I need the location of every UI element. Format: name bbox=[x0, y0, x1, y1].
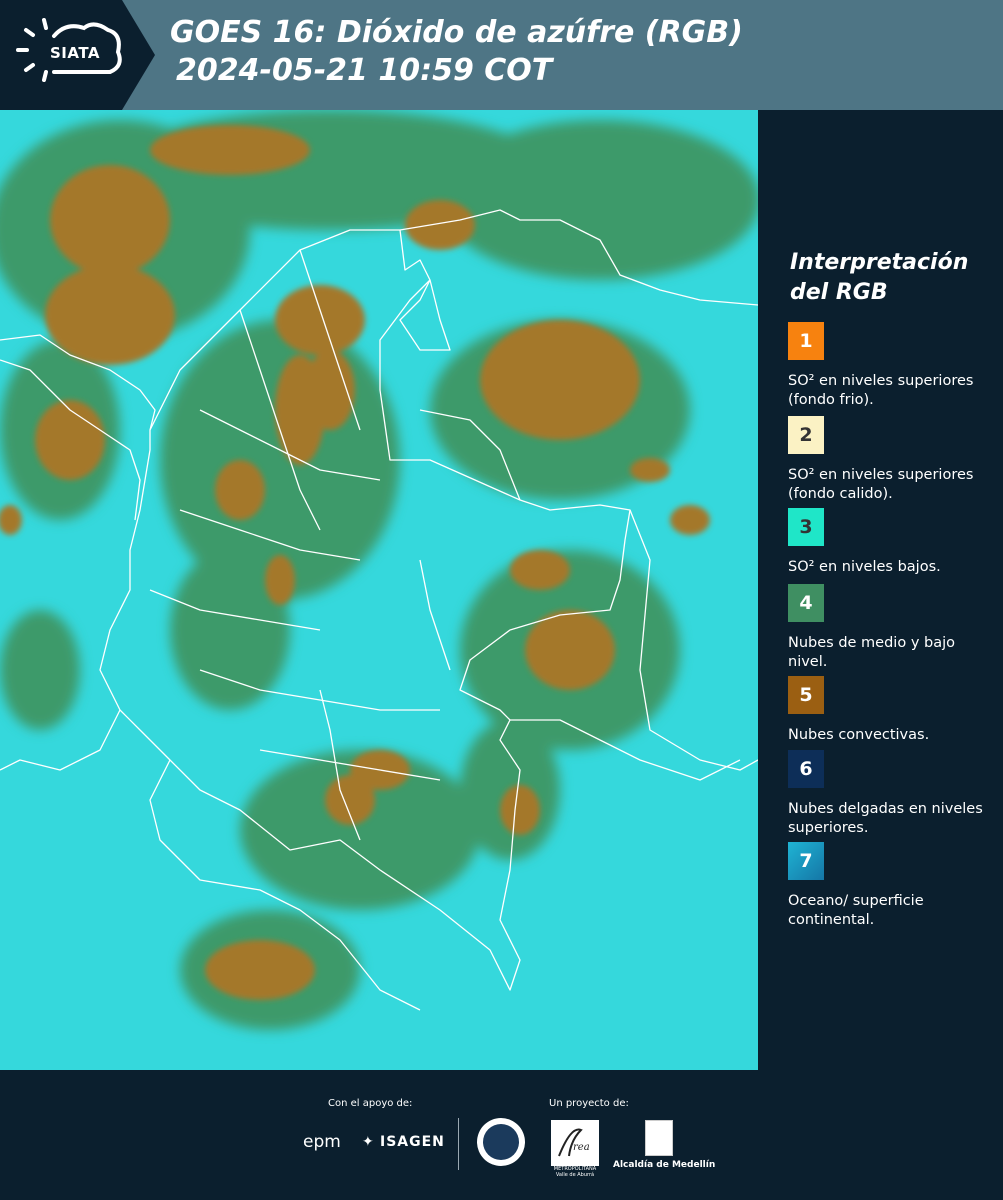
legend-label: SO² en niveles bajos. bbox=[788, 559, 941, 575]
footer-divider bbox=[458, 1118, 459, 1170]
legend-item-7: 7 Oceano/ superficie continental. bbox=[788, 842, 998, 930]
project-label: Un proyecto de: bbox=[549, 1098, 629, 1109]
legend-swatch: 2 bbox=[788, 416, 824, 454]
alcaldia-shield-icon[interactable] bbox=[645, 1120, 673, 1156]
footer: Con el apoyo de: Un proyecto de: epm ✦ I… bbox=[0, 1070, 1003, 1200]
isagen-logo[interactable]: ISAGEN bbox=[380, 1134, 445, 1150]
support-label: Con el apoyo de: bbox=[328, 1098, 413, 1109]
legend-title-line-2: del RGB bbox=[790, 280, 888, 305]
satellite-map[interactable] bbox=[0, 110, 758, 1070]
legend-label: Oceano/ superficie continental. bbox=[788, 893, 924, 928]
epm-logo[interactable]: epm bbox=[303, 1132, 341, 1152]
legend-panel: Interpretación del RGB 1 SO² en niveles … bbox=[760, 110, 1003, 1070]
legend-label: Nubes convectivas. bbox=[788, 727, 930, 743]
alcaldia-text: Alcaldía de Medellín bbox=[613, 1160, 716, 1170]
legend-item-1: 1 SO² en niveles superiores (fondo frio)… bbox=[788, 322, 998, 410]
title-line-1: GOES 16: Dióxido de azúfre (RGB) bbox=[170, 15, 743, 50]
legend-swatch: 7 bbox=[788, 842, 824, 880]
legend-swatch: 1 bbox=[788, 322, 824, 360]
legend-label: Nubes de medio y bajo nivel. bbox=[788, 635, 955, 670]
legend-item-6: 6 Nubes delgadas en niveles superiores. bbox=[788, 750, 998, 838]
legend-title-line-1: Interpretación bbox=[790, 250, 969, 275]
legend-swatch: 3 bbox=[788, 508, 824, 546]
legend-item-5: 5 Nubes convectivas. bbox=[788, 676, 998, 745]
legend-item-3: 3 SO² en niveles bajos. bbox=[788, 508, 998, 577]
legend-item-2: 2 SO² en niveles superiores (fondo calid… bbox=[788, 416, 998, 504]
area-text: METROPOLITANA Valle de Aburrá bbox=[553, 1166, 597, 1178]
legend-swatch: 4 bbox=[788, 584, 824, 622]
header: SIATA GOES 16: Dióxido de azúfre (RGB) 2… bbox=[0, 0, 1003, 110]
legend-label: Nubes delgadas en niveles superiores. bbox=[788, 801, 983, 836]
svg-text:rea: rea bbox=[573, 1142, 590, 1153]
siata-logo[interactable]: SIATA bbox=[0, 0, 155, 110]
legend-label: SO² en niveles superiores (fondo frio). bbox=[788, 373, 974, 408]
legend-label: SO² en niveles superiores (fondo calido)… bbox=[788, 467, 974, 502]
isagen-icon: ✦ bbox=[362, 1134, 374, 1150]
page-title: GOES 16: Dióxido de azúfre (RGB) 2024-05… bbox=[170, 14, 743, 90]
legend-item-4: 4 Nubes de medio y bajo nivel. bbox=[788, 584, 998, 672]
medellin-seal-icon[interactable] bbox=[477, 1118, 525, 1166]
legend-swatch: 5 bbox=[788, 676, 824, 714]
satellite-image bbox=[0, 110, 758, 1070]
area-icon: rea bbox=[558, 1128, 590, 1157]
legend-title: Interpretación del RGB bbox=[790, 248, 968, 308]
legend-swatch: 6 bbox=[788, 750, 824, 788]
logo-text: SIATA bbox=[50, 44, 101, 62]
title-line-2: 2024-05-21 10:59 COT bbox=[176, 53, 553, 88]
area-metropolitana-logo[interactable]: rea bbox=[551, 1120, 599, 1166]
